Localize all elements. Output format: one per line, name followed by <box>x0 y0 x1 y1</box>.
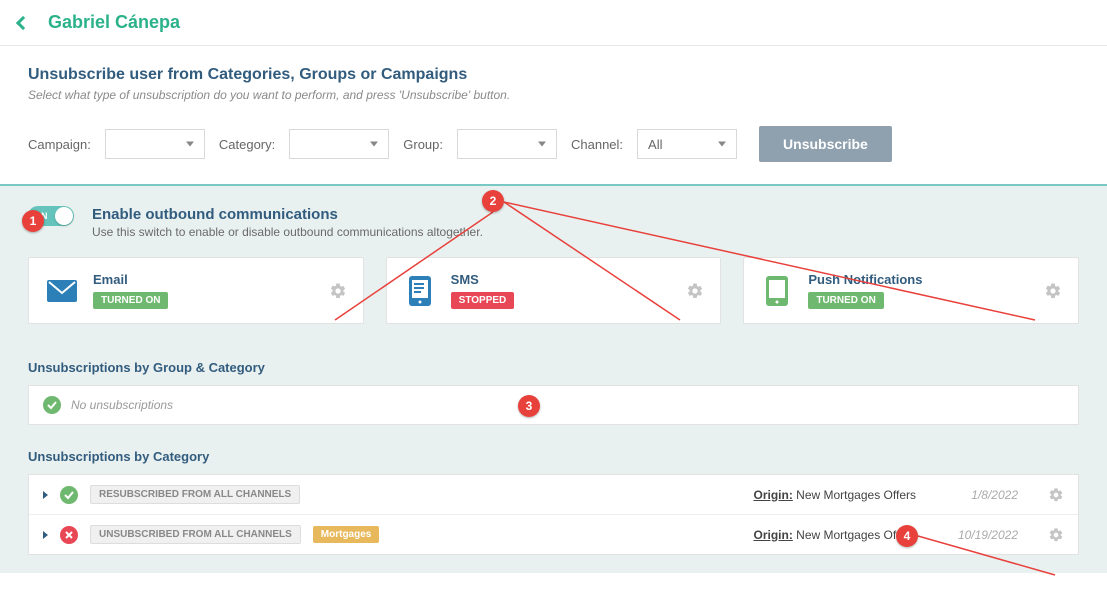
category-label: Category: <box>219 137 275 152</box>
channel-card-sms: SMS STOPPED <box>386 257 722 324</box>
channel-status-badge: STOPPED <box>451 292 515 309</box>
annotation-1: 1 <box>22 210 44 232</box>
channel-card-email: Email TURNED ON <box>28 257 364 324</box>
gear-icon[interactable] <box>329 282 347 300</box>
toggle-knob <box>55 207 73 225</box>
enable-title: Enable outbound communications <box>92 206 483 223</box>
gear-icon[interactable] <box>1048 527 1064 543</box>
unsubscribe-button[interactable]: Unsubscribe <box>759 126 892 162</box>
campaign-label: Campaign: <box>28 137 91 152</box>
category-dropdown[interactable] <box>289 129 389 159</box>
channel-dropdown[interactable]: All <box>637 129 737 159</box>
origin-label: Origin: New Mortgages Offers <box>754 488 917 502</box>
group-empty-text: No unsubscriptions <box>71 398 173 412</box>
group-dropdown[interactable] <box>457 129 557 159</box>
channel-name: Push Notifications <box>808 272 1030 287</box>
channel-name: SMS <box>451 272 673 287</box>
cat-section-heading: Unsubscriptions by Category <box>28 449 1079 464</box>
unsubscribe-heading: Unsubscribe user from Categories, Groups… <box>28 66 1079 84</box>
campaign-dropdown[interactable] <box>105 129 205 159</box>
expand-caret-icon[interactable] <box>43 531 48 539</box>
cross-icon <box>60 526 78 544</box>
channel-label: Channel: <box>571 137 623 152</box>
page-title: Gabriel Cánepa <box>48 12 180 33</box>
enable-desc: Use this switch to enable or disable out… <box>92 225 483 239</box>
group-section-heading: Unsubscriptions by Group & Category <box>28 360 1079 375</box>
origin-label: Origin: New Mortgages Offers <box>754 528 917 542</box>
row-date: 10/19/2022 <box>946 528 1018 542</box>
back-button[interactable] <box>16 15 30 29</box>
group-label: Group: <box>403 137 443 152</box>
check-icon <box>60 486 78 504</box>
check-icon <box>43 396 61 414</box>
annotation-2: 2 <box>482 190 504 212</box>
annotation-4: 4 <box>896 525 918 547</box>
channel-name: Email <box>93 272 315 287</box>
status-pill: UNSUBSCRIBED FROM ALL CHANNELS <box>90 525 301 544</box>
sms-icon <box>403 274 437 308</box>
annotation-3: 3 <box>518 395 540 417</box>
category-row: UNSUBSCRIBED FROM ALL CHANNELS Mortgages… <box>29 515 1078 554</box>
gear-icon[interactable] <box>1048 487 1064 503</box>
row-date: 1/8/2022 <box>946 488 1018 502</box>
group-empty-box: No unsubscriptions <box>28 385 1079 425</box>
channel-status-badge: TURNED ON <box>808 292 883 309</box>
category-row: RESUBSCRIBED FROM ALL CHANNELS Origin: N… <box>29 475 1078 515</box>
status-pill: RESUBSCRIBED FROM ALL CHANNELS <box>90 485 300 504</box>
channel-status-badge: TURNED ON <box>93 292 168 309</box>
unsubscribe-subtitle: Select what type of unsubscription do yo… <box>28 88 1079 102</box>
email-icon <box>45 274 79 308</box>
expand-caret-icon[interactable] <box>43 491 48 499</box>
channel-card-push: Push Notifications TURNED ON <box>743 257 1079 324</box>
gear-icon[interactable] <box>1044 282 1062 300</box>
category-tag: Mortgages <box>313 526 380 543</box>
push-icon <box>760 274 794 308</box>
gear-icon[interactable] <box>686 282 704 300</box>
channel-value: All <box>648 137 662 152</box>
